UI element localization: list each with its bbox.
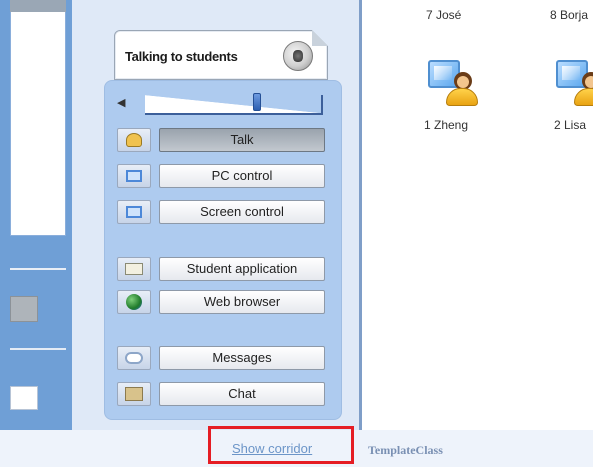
student-area: 7 José 8 Borja 1 Zheng 2 Lisa (362, 0, 593, 430)
pc-control-row: PC control (117, 163, 325, 189)
left-panel (0, 0, 72, 430)
student-application-row: Student application (117, 256, 325, 282)
volume-icon: ◀ (117, 97, 126, 109)
speaker-icon (283, 41, 313, 71)
web-browser-icon[interactable] (117, 290, 151, 314)
chat-button[interactable]: Chat (159, 382, 325, 406)
left-separator-line (10, 348, 66, 350)
web-browser-row: Web browser (117, 289, 325, 315)
talking-tab[interactable]: Talking to students (114, 30, 328, 80)
app-window: Talking to students ◀ Talk PC control Sc… (0, 0, 593, 467)
student-application-button[interactable]: Student application (159, 257, 325, 281)
student-application-icon[interactable] (117, 257, 151, 281)
volume-slider-track[interactable] (145, 95, 323, 115)
template-class-label: TemplateClass (368, 443, 443, 457)
talk-icon[interactable] (117, 128, 151, 152)
student-zheng-icon[interactable] (424, 54, 480, 110)
student-label-lisa[interactable]: 2 Lisa (554, 118, 586, 132)
web-browser-button[interactable]: Web browser (159, 290, 325, 314)
screen-control-icon[interactable] (117, 200, 151, 224)
pc-control-icon[interactable] (117, 164, 151, 188)
show-corridor-link[interactable]: Show corridor (232, 441, 312, 456)
left-list-box[interactable] (10, 0, 66, 236)
talk-row: Talk (117, 127, 325, 153)
left-divider (10, 268, 66, 270)
control-panel: ◀ Talk PC control Screen control Student… (104, 80, 342, 420)
screen-control-button[interactable]: Screen control (159, 200, 325, 224)
pc-control-button[interactable]: PC control (159, 164, 325, 188)
chat-row: Chat (117, 381, 325, 407)
tab-folded-corner (312, 30, 328, 46)
volume-slider-handle[interactable] (253, 93, 261, 111)
volume-slider-row: ◀ (117, 91, 327, 117)
left-gray-button[interactable] (10, 296, 38, 322)
messages-row: Messages (117, 345, 325, 371)
screen-control-row: Screen control (117, 199, 325, 225)
student-label-borja[interactable]: 8 Borja (550, 8, 588, 22)
student-label-zheng[interactable]: 1 Zheng (424, 118, 468, 132)
student-label-jose[interactable]: 7 José (426, 8, 461, 22)
left-white-button[interactable] (10, 386, 38, 410)
talk-button[interactable]: Talk (159, 128, 325, 152)
messages-button[interactable]: Messages (159, 346, 325, 370)
tab-title: Talking to students (125, 49, 238, 64)
left-header-strip (10, 0, 66, 12)
student-lisa-icon[interactable] (552, 54, 593, 110)
messages-icon[interactable] (117, 346, 151, 370)
chat-icon[interactable] (117, 382, 151, 406)
